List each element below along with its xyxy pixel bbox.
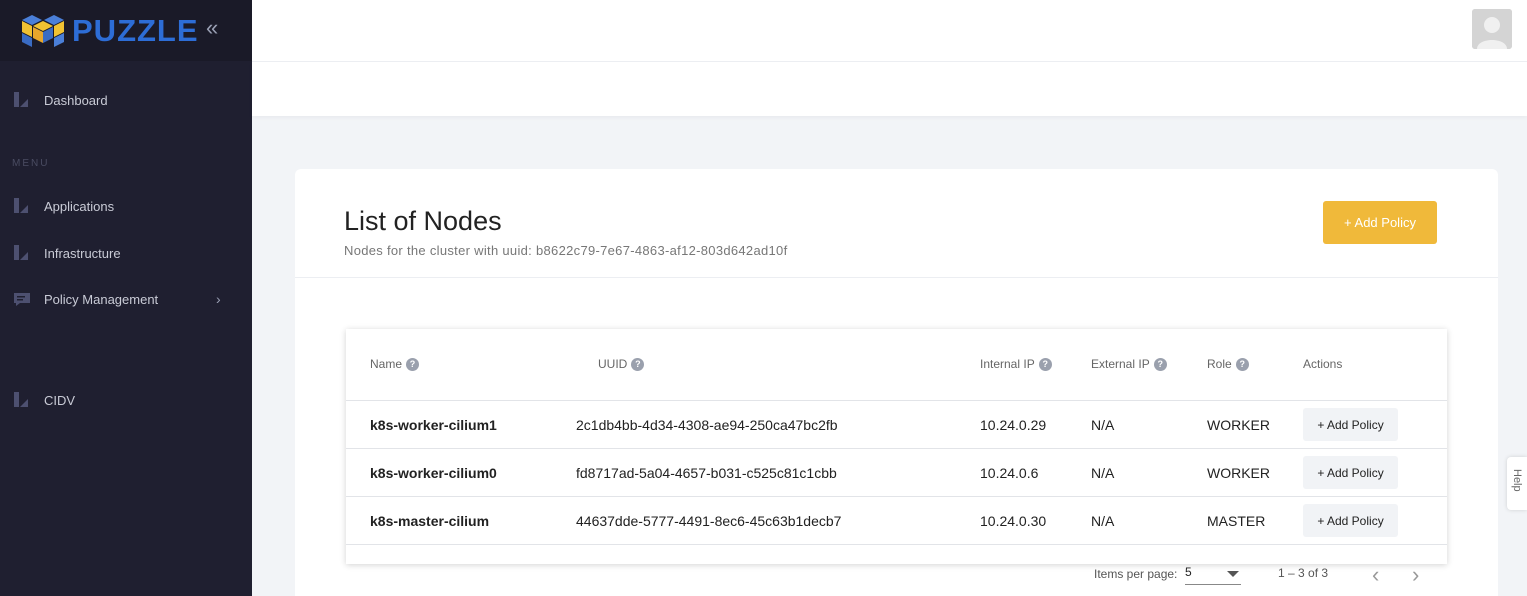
sidebar-item-label: Dashboard xyxy=(44,92,108,108)
column-header-external-ip[interactable]: External IP ? xyxy=(1091,357,1167,371)
sub-header xyxy=(252,62,1527,116)
node-external-ip: N/A xyxy=(1091,465,1115,481)
column-header-label: Internal IP xyxy=(980,357,1035,371)
column-header-uuid[interactable]: UUID ? xyxy=(598,357,645,371)
caret-down-icon xyxy=(1227,571,1239,577)
table-row: k8s-master-cilium 44637dde-5777-4491-8ec… xyxy=(346,496,1447,544)
nodes-card: List of Nodes Nodes for the cluster with… xyxy=(295,169,1498,596)
page-title: List of Nodes xyxy=(344,206,502,236)
help-tab[interactable]: Help xyxy=(1507,457,1527,510)
previous-page-icon[interactable]: ‹ xyxy=(1372,562,1379,588)
sidebar-item-cidv[interactable]: CIDV xyxy=(0,388,252,412)
sidebar-item-label: Infrastructure xyxy=(44,245,121,261)
column-header-label: Name xyxy=(370,357,403,371)
column-header-actions: Actions xyxy=(1303,357,1342,371)
avatar[interactable] xyxy=(1472,9,1512,49)
pagination-range: 1 – 3 of 3 xyxy=(1278,566,1329,580)
node-external-ip: N/A xyxy=(1091,417,1115,433)
node-internal-ip: 10.24.0.30 xyxy=(980,513,1047,529)
items-per-page-select[interactable]: 5 xyxy=(1185,565,1241,585)
node-name: k8s-worker-cilium0 xyxy=(370,465,497,481)
column-header-label: UUID xyxy=(598,357,628,371)
node-name: k8s-master-cilium xyxy=(370,513,490,529)
help-icon[interactable]: ? xyxy=(1235,357,1249,371)
sidebar-item-applications[interactable]: Applications xyxy=(0,194,252,218)
puzzle-logo-icon xyxy=(22,14,64,47)
node-internal-ip: 10.24.0.6 xyxy=(980,465,1039,481)
help-icon[interactable]: ? xyxy=(1038,357,1052,371)
node-role: MASTER xyxy=(1207,513,1266,529)
column-header-label: Actions xyxy=(1303,357,1343,371)
row-add-policy-button[interactable]: + Add Policy xyxy=(1303,504,1398,537)
sidebar: PUZZLE « Dashboard MENU Applications Inf… xyxy=(0,0,252,596)
items-per-page-label: Items per page: xyxy=(1094,567,1178,581)
sidebar-item-label: Policy Management xyxy=(44,291,159,307)
sidebar-item-label: Applications xyxy=(44,198,115,214)
node-internal-ip: 10.24.0.29 xyxy=(980,417,1047,433)
node-name: k8s-worker-cilium1 xyxy=(370,417,497,433)
logo-bar: PUZZLE « xyxy=(0,0,252,61)
chart-icon xyxy=(14,92,28,107)
page-subtitle: Nodes for the cluster with uuid: b8622c7… xyxy=(344,243,788,258)
column-header-role[interactable]: Role ? xyxy=(1207,357,1249,371)
chart-icon xyxy=(14,392,28,407)
sidebar-item-infrastructure[interactable]: Infrastructure xyxy=(0,241,252,265)
help-icon[interactable]: ? xyxy=(631,357,645,371)
items-per-page-value: 5 xyxy=(1185,565,1192,579)
table-row: k8s-worker-cilium0 fd8717ad-5a04-4657-b0… xyxy=(346,448,1447,496)
node-external-ip: N/A xyxy=(1091,513,1115,529)
help-icon[interactable]: ? xyxy=(1153,357,1167,371)
help-icon[interactable]: ? xyxy=(406,357,420,371)
chart-icon xyxy=(14,198,28,213)
node-uuid: 44637dde-5777-4491-8ec6-45c63b1decb7 xyxy=(576,513,842,529)
message-icon xyxy=(14,293,30,306)
chart-icon xyxy=(14,245,28,260)
sidebar-item-policy-management[interactable]: Policy Management › xyxy=(0,287,252,311)
node-role: WORKER xyxy=(1207,417,1270,433)
chevron-right-icon: › xyxy=(216,291,221,307)
node-uuid: 2c1db4bb-4d34-4308-ae94-250ca47bc2fb xyxy=(576,417,838,433)
row-add-policy-button[interactable]: + Add Policy xyxy=(1303,408,1398,441)
sidebar-item-label: CIDV xyxy=(44,392,76,408)
help-tab-label: Help xyxy=(1511,469,1523,492)
sidebar-item-dashboard[interactable]: Dashboard xyxy=(0,88,252,112)
divider xyxy=(295,277,1498,278)
add-policy-button[interactable]: + Add Policy xyxy=(1323,201,1437,244)
node-uuid: fd8717ad-5a04-4657-b031-c525c81c1cbb xyxy=(576,465,837,481)
nodes-table: Name ? UUID ? Internal IP ? External IP … xyxy=(346,329,1447,564)
column-header-name[interactable]: Name ? xyxy=(370,357,420,371)
table-row-divider xyxy=(346,544,1447,564)
top-header xyxy=(252,0,1527,62)
table-row: k8s-worker-cilium1 2c1db4bb-4d34-4308-ae… xyxy=(346,400,1447,448)
brand-name: PUZZLE xyxy=(72,12,199,48)
column-header-internal-ip[interactable]: Internal IP ? xyxy=(980,357,1052,371)
collapse-sidebar-icon[interactable]: « xyxy=(206,17,218,39)
user-icon xyxy=(1472,9,1512,49)
column-header-label: External IP xyxy=(1091,357,1150,371)
row-add-policy-button[interactable]: + Add Policy xyxy=(1303,456,1398,489)
next-page-icon[interactable]: › xyxy=(1412,562,1419,588)
node-role: WORKER xyxy=(1207,465,1270,481)
column-header-label: Role xyxy=(1207,357,1232,371)
menu-heading: MENU xyxy=(12,158,50,169)
